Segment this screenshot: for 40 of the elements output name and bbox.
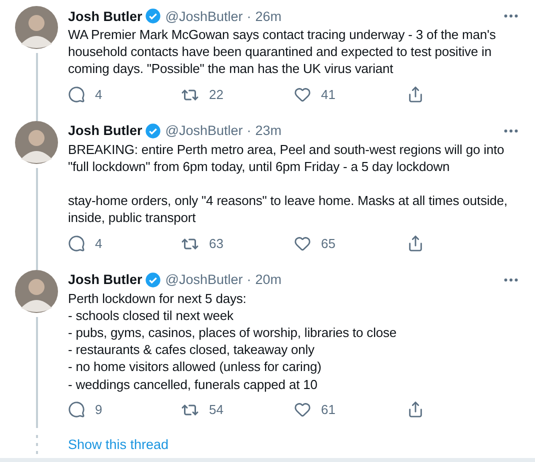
reply-count: 4 [95, 236, 102, 252]
timestamp[interactable]: 20m [255, 272, 282, 288]
avatar[interactable] [15, 120, 58, 164]
tweet-text: Perth lockdown for next 5 days: - schools closed til next week - pubs, gyms, casinos, places of worship, libraries to close - restaurants & cafes closed, takeaway only - no home visitors allowed (unless for caring) - weddings cancelled, funerals capped at 10 [68, 290, 398, 393]
timestamp[interactable]: 26m [255, 8, 282, 24]
avatar[interactable] [15, 270, 58, 313]
author-handle[interactable]: @JoshButler [165, 8, 243, 24]
retweet-count: 54 [209, 402, 224, 418]
share-icon[interactable] [407, 86, 424, 104]
reply-count: 4 [95, 87, 102, 102]
reply-icon[interactable] [68, 86, 85, 104]
author-name[interactable]: Josh Butler [68, 8, 142, 24]
timestamp[interactable]: 23m [255, 123, 282, 138]
reply-icon[interactable] [68, 401, 85, 418]
separator-text: · [246, 123, 252, 138]
like-count: 61 [321, 402, 336, 418]
tweet-text: BREAKING: entire Perth metro area, Peel and south-west regions will go into "full lockdown" from 6pm today, until 6pm Friday - a 5 day lockdown stay-home orders, only "4 reasons" to leave home. Masks at all times outside, inside, public transport [68, 140, 508, 227]
retweet-count: 63 [209, 236, 224, 252]
separator-text: · [246, 8, 252, 24]
verified-badge-icon [145, 8, 162, 24]
avatar[interactable] [15, 6, 58, 49]
reply-count: 9 [95, 402, 102, 418]
like-count: 65 [321, 236, 336, 252]
verified-badge-icon [145, 122, 162, 139]
author-name[interactable]: Josh Butler [68, 272, 142, 288]
show-thread-link[interactable]: Show this thread [68, 437, 169, 452]
verified-badge-icon [145, 272, 162, 288]
like-icon[interactable] [294, 235, 311, 252]
tweet-text: WA Premier Mark McGowan says contact tracing underway - 3 of the man's household contacts have been quarantined and expected to test positive in coming days. "Possible" the man has the UK virus variant [68, 26, 497, 78]
author-name[interactable]: Josh Butler [68, 123, 142, 138]
author-handle[interactable]: @JoshButler [165, 272, 243, 288]
like-icon[interactable] [294, 86, 311, 104]
share-icon[interactable] [407, 235, 424, 252]
like-count: 41 [321, 87, 336, 102]
share-icon[interactable] [407, 401, 424, 418]
like-icon[interactable] [294, 401, 311, 418]
retweet-count: 22 [209, 87, 224, 102]
separator-text: · [246, 272, 252, 288]
reply-icon[interactable] [68, 235, 85, 252]
author-handle[interactable]: @JoshButler [165, 123, 243, 138]
